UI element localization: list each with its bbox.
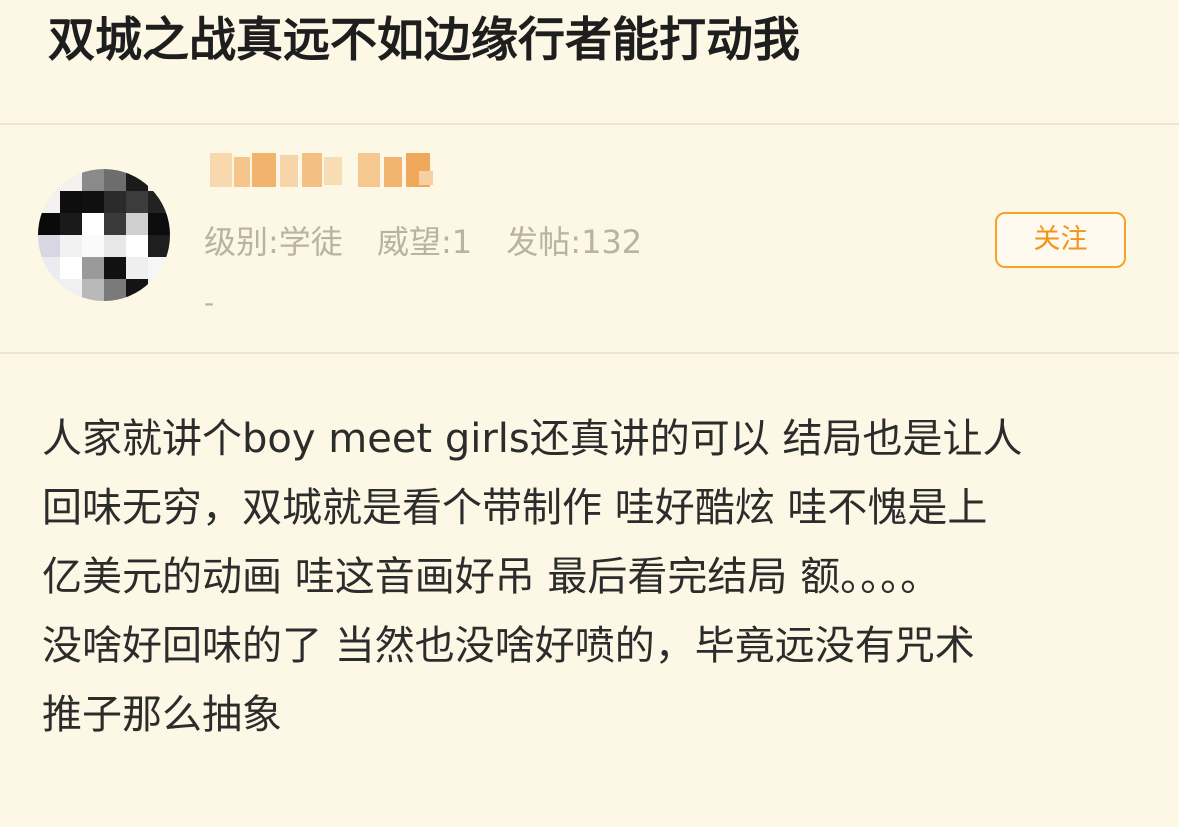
post-body-line: 回味无穷，双城就是看个带制作 哇好酷炫 哇不愧是上 bbox=[42, 485, 988, 531]
user-prestige: 威望:1 bbox=[376, 223, 473, 261]
post-title: 双城之战真远不如边缘行者能打动我 bbox=[48, 13, 800, 68]
user-stats: 级别:学徒 威望:1 发帖:132 bbox=[204, 220, 666, 264]
author-info: 级别:学徒 威望:1 发帖:132 - 关注 bbox=[0, 125, 1179, 352]
blurred-username bbox=[210, 153, 433, 187]
post-body: 人家就讲个boy meet girls还真讲的可以 结局也是让人 回味无穷，双城… bbox=[42, 405, 1142, 750]
avatar[interactable] bbox=[38, 169, 170, 301]
title-bar: 双城之战真远不如边缘行者能打动我 bbox=[0, 0, 1179, 124]
user-level: 级别:学徒 bbox=[204, 223, 343, 261]
pixelated-avatar-icon bbox=[38, 169, 170, 301]
post-body-line: 亿美元的动画 哇这音画好吊 最后看完结局 额。。。。 bbox=[42, 554, 941, 600]
user-post-count: 发帖:132 bbox=[506, 223, 643, 261]
post-body-line: 推子那么抽象 bbox=[42, 692, 282, 738]
follow-button[interactable]: 关注 bbox=[995, 212, 1126, 268]
post-body-line: 人家就讲个boy meet girls还真讲的可以 结局也是让人 bbox=[42, 416, 1023, 462]
username[interactable] bbox=[204, 151, 439, 193]
post-body-line: 没啥好回味的了 当然也没啥好喷的，毕竟远没有咒术 bbox=[42, 623, 975, 669]
user-signature: - bbox=[204, 286, 215, 319]
divider bbox=[0, 352, 1179, 354]
